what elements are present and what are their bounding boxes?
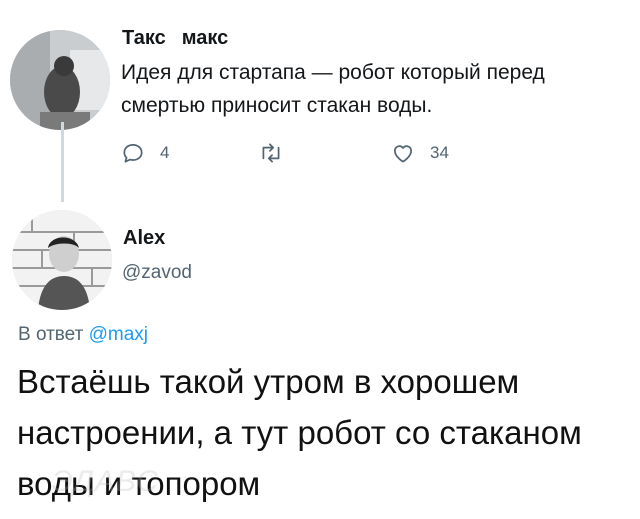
- avatar-photo: [12, 210, 112, 310]
- tweet1-header: Такс макс: [122, 27, 228, 50]
- avatar-alex[interactable]: [12, 210, 112, 310]
- avatar-taks-max[interactable]: [10, 30, 110, 130]
- tweet1-author-name[interactable]: Такс: [122, 27, 166, 49]
- like-icon: [394, 145, 412, 163]
- watermark: ЭДАВС: [52, 465, 159, 498]
- tweet1-text: Идея для стартапа — робот который перед …: [121, 61, 545, 117]
- tweet2-author-name[interactable]: Alex: [123, 227, 165, 250]
- avatar-photo: [10, 30, 110, 130]
- reply-to-line: В ответ @maxj: [18, 324, 148, 346]
- reply-to-label: В ответ: [18, 324, 84, 345]
- retweet-button[interactable]: [258, 140, 298, 166]
- reply-button[interactable]: 4: [120, 140, 169, 166]
- reply-icon: [123, 144, 143, 163]
- thread-line: [61, 122, 64, 202]
- tweet1-actions: 4 34: [120, 140, 500, 168]
- retweet-icon: [262, 143, 280, 163]
- tweet1-author-handle[interactable]: макс: [182, 27, 229, 49]
- reply-count: 4: [160, 143, 170, 162]
- like-count: 34: [430, 143, 449, 162]
- tweet2-author-handle[interactable]: @zavod: [122, 262, 192, 284]
- like-button[interactable]: 34: [390, 140, 449, 166]
- reply-mention-link[interactable]: @maxj: [89, 324, 148, 345]
